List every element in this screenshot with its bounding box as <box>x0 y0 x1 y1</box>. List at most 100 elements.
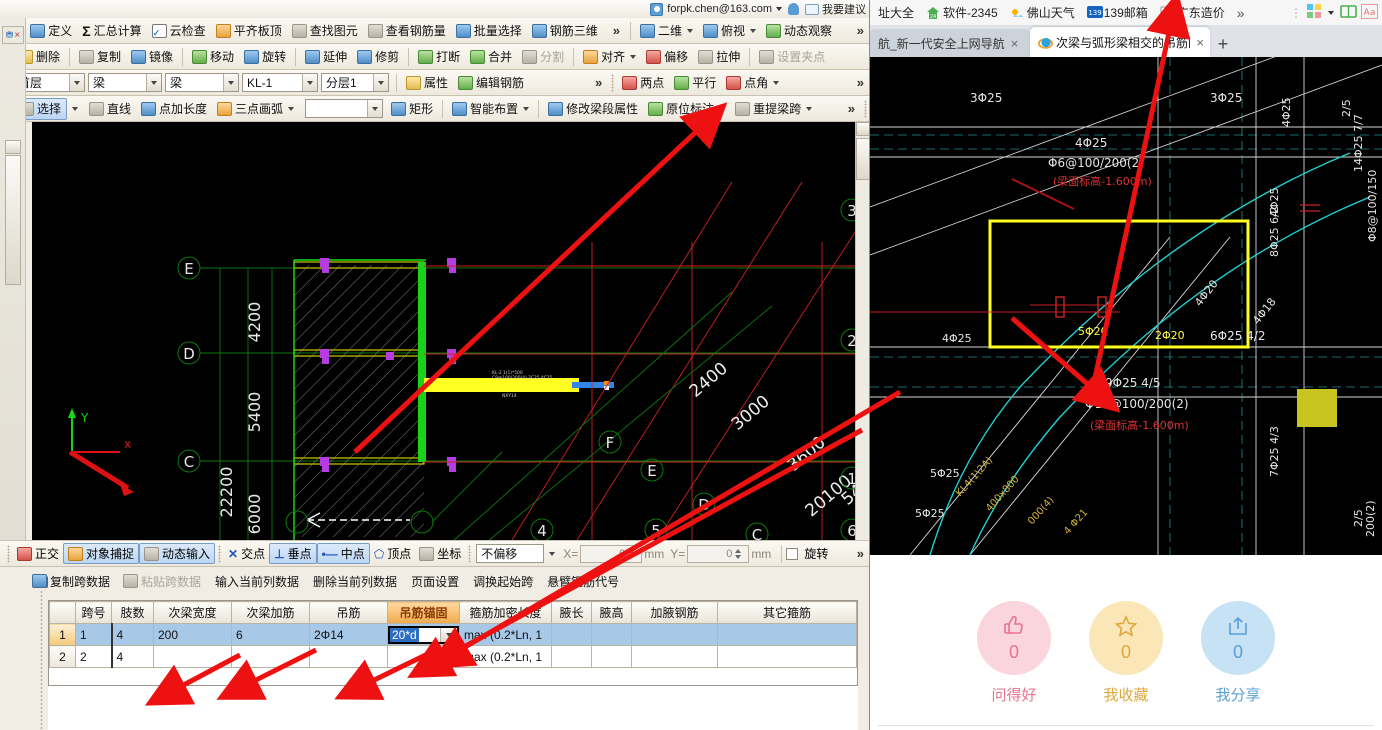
statusbar-toggle-ortho[interactable]: 正交 <box>13 543 63 564</box>
toolbar-button-set-grip[interactable]: 设置夹点 <box>754 46 830 68</box>
chevron-down-icon[interactable] <box>1328 10 1334 15</box>
toolbar-button-parallel[interactable]: 平行 <box>669 72 721 94</box>
cell-haunch-rebar[interactable] <box>631 623 718 646</box>
cell-hanging-rebar[interactable] <box>309 645 388 668</box>
toolbar-button-2d-view[interactable]: 二维 <box>635 20 698 42</box>
anchorage-editor-combo[interactable]: 20*d <box>388 625 459 644</box>
col-header-secondary-beam-width[interactable]: 次梁宽度 <box>153 601 232 624</box>
cell-haunch-height[interactable] <box>591 623 632 646</box>
share-bubble[interactable]: 0 <box>1201 601 1275 675</box>
toolbar-button-edit-rebar[interactable]: 编辑钢筋 <box>453 72 529 94</box>
col-header-haunch-height[interactable]: 腋高 <box>591 601 632 624</box>
statusbar-overflow[interactable]: » <box>851 546 869 561</box>
cad-drawing-canvas[interactable]: EDC 4200 5400 6000 22200 KL-2 1(1)*500 C… <box>32 122 869 540</box>
toolbar-row3-overflow[interactable]: » <box>589 75 608 90</box>
notification-button[interactable] <box>788 3 799 15</box>
bookmark-item-2[interactable]: 佛山天气 <box>1004 3 1081 23</box>
cell-span-no[interactable]: 1 <box>75 623 112 646</box>
cell-secondary-beam-width[interactable] <box>153 645 232 668</box>
cell-other-stirrups[interactable] <box>717 623 857 646</box>
cell-haunch-height[interactable] <box>591 645 632 668</box>
cell-haunch-length[interactable] <box>551 645 592 668</box>
chevron-down-icon[interactable] <box>302 74 317 91</box>
bookmarks-overflow-button[interactable]: » <box>1231 5 1251 21</box>
statusbar-toggle-dynamic-input[interactable]: 动态输入 <box>139 543 216 564</box>
toolbar-button-rectangle[interactable]: 矩形 <box>386 98 438 120</box>
rail-scroll-up-button[interactable] <box>5 140 21 154</box>
cell-secondary-beam-rebar[interactable]: 6 <box>231 623 310 646</box>
suggestion-button[interactable]: 我要建议 <box>805 1 866 17</box>
chevron-down-icon[interactable] <box>72 106 79 111</box>
spinner-arrows-icon[interactable] <box>628 546 639 562</box>
cell-haunch-length[interactable] <box>551 623 592 646</box>
toolbar-button-point-length[interactable]: 点加长度 <box>136 98 212 120</box>
cell-leg-count[interactable]: 4 <box>110 623 154 646</box>
bookmark-item-3[interactable]: 139 139邮箱 <box>1081 3 1154 23</box>
layer-select[interactable]: 分层1 <box>321 73 389 92</box>
cantilever-rebar-code-button[interactable]: 悬臂钢筋代号 <box>540 573 626 590</box>
element-select[interactable]: 梁 <box>165 73 239 92</box>
toolbar-button-batch-select[interactable]: 批量选择 <box>451 20 527 42</box>
swap-start-span-button[interactable]: 调换起始跨 <box>466 573 540 590</box>
col-header-other-stirrups[interactable]: 其它箍筋 <box>717 601 857 624</box>
col-header-span-no[interactable]: 跨号 <box>75 601 112 624</box>
drawing-page-view[interactable]: 3Φ25 3Φ25 4Φ25 Φ6@100/200(2) (梁面标高-1.600… <box>870 57 1382 555</box>
input-current-column-button[interactable]: 输入当前列数据 <box>208 573 306 590</box>
social-action-favorite[interactable]: 0 我收藏 <box>1089 601 1163 705</box>
toolbar-button-align-slab-top[interactable]: 平齐板顶 <box>211 20 287 42</box>
toolbar-row3-right-overflow[interactable]: » <box>851 75 869 90</box>
toolbar-button-top-view[interactable]: 俯视 <box>698 20 761 42</box>
statusbar-snap-coordinate[interactable]: 坐标 <box>415 543 465 564</box>
table-row[interactable]: 2 2 4 max (0.2*Ln, 1 <box>49 645 857 668</box>
toolbar-button-trim[interactable]: 修剪 <box>352 46 404 68</box>
social-action-good-question[interactable]: 0 问得好 <box>977 601 1051 705</box>
toolbar-button-summary-calc[interactable]: Σ 汇总计算 <box>77 20 146 42</box>
toolbar-button-merge[interactable]: 合并 <box>465 46 517 68</box>
toolbar-row1-right-overflow[interactable]: » <box>851 23 869 38</box>
col-header-hanging-rebar[interactable]: 吊筋 <box>309 601 388 624</box>
col-header-secondary-beam-rebar[interactable]: 次梁加筋 <box>231 601 310 624</box>
toolbar-button-mirror[interactable]: 镜像 <box>126 46 178 68</box>
toolbar-button-edit-beam-segment[interactable]: 修改梁段属性 <box>543 98 643 120</box>
toolbar-button-in-situ-annotation[interactable]: 原位标注 <box>643 98 730 120</box>
toolbar-button-offset[interactable]: 偏移 <box>641 46 693 68</box>
toolbar-button-extend[interactable]: 延伸 <box>300 46 352 68</box>
table-row[interactable]: 1 1 4 200 6 2Φ14 20*d max (0.2*Ln, 1 <box>49 623 857 646</box>
bookmark-item-0[interactable]: 址大全 <box>872 3 920 23</box>
cell-span-no[interactable]: 2 <box>75 645 112 668</box>
category-select[interactable]: 梁 <box>88 73 162 92</box>
col-header-hanging-rebar-anchorage[interactable]: 吊筋锚固 <box>387 601 460 624</box>
toolbar-button-two-point[interactable]: 两点 <box>617 72 669 94</box>
chevron-down-icon[interactable] <box>146 74 161 91</box>
toolbar-button-line[interactable]: 直线 <box>84 98 136 120</box>
apps-icon[interactable] <box>1306 3 1322 22</box>
chevron-down-icon[interactable] <box>373 74 388 91</box>
browser-tab-inactive[interactable]: 航_新一代安全上网导航 × <box>870 29 1030 57</box>
col-header-leg-count[interactable]: 肢数 <box>111 601 154 624</box>
chevron-down-icon[interactable] <box>69 74 84 91</box>
statusbar-snap-perpendicular[interactable]: ⊥ 垂点 <box>269 543 317 564</box>
cell-leg-count[interactable]: 4 <box>110 645 154 668</box>
page-setup-button[interactable]: 页面设置 <box>404 573 466 590</box>
favorite-bubble[interactable]: 0 <box>1089 601 1163 675</box>
cell-stirrup-densified-length[interactable]: max (0.2*Ln, 1 <box>459 623 552 646</box>
social-action-share[interactable]: 0 我分享 <box>1201 601 1275 705</box>
cell-hanging-rebar-anchorage[interactable] <box>387 645 460 668</box>
statusbar-snap-midpoint[interactable]: •— 中点 <box>316 543 370 564</box>
browser-tab-active[interactable]: 次梁与弧形梁相交的吊筋问题_广 × <box>1030 27 1210 57</box>
toolbar-button-define[interactable]: 定义 <box>25 20 77 42</box>
x-offset-input[interactable]: 0 <box>580 544 643 563</box>
delete-current-column-button[interactable]: 删除当前列数据 <box>306 573 404 590</box>
toolbar-button-point-angle[interactable]: 点角 <box>721 72 784 94</box>
font-size-icon[interactable]: Aa <box>1361 3 1378 22</box>
scroll-thumb[interactable] <box>856 138 869 180</box>
chevron-down-icon[interactable] <box>549 551 556 556</box>
scroll-up-button[interactable] <box>856 122 869 136</box>
col-header-haunch-rebar[interactable]: 加腋钢筋 <box>631 601 718 624</box>
toolbar-button-move[interactable]: 移动 <box>187 46 239 68</box>
toolbar-button-property[interactable]: 属性 <box>401 72 453 94</box>
reader-icon[interactable] <box>1340 4 1357 22</box>
cell-resize-grip[interactable] <box>454 638 459 644</box>
chevron-down-icon[interactable] <box>367 100 383 117</box>
span-data-grid[interactable]: 跨号 肢数 次梁宽度 次梁加筋 吊筋 吊筋锚固 箍筋加密长度 腋长 腋高 加腋钢… <box>48 600 858 686</box>
